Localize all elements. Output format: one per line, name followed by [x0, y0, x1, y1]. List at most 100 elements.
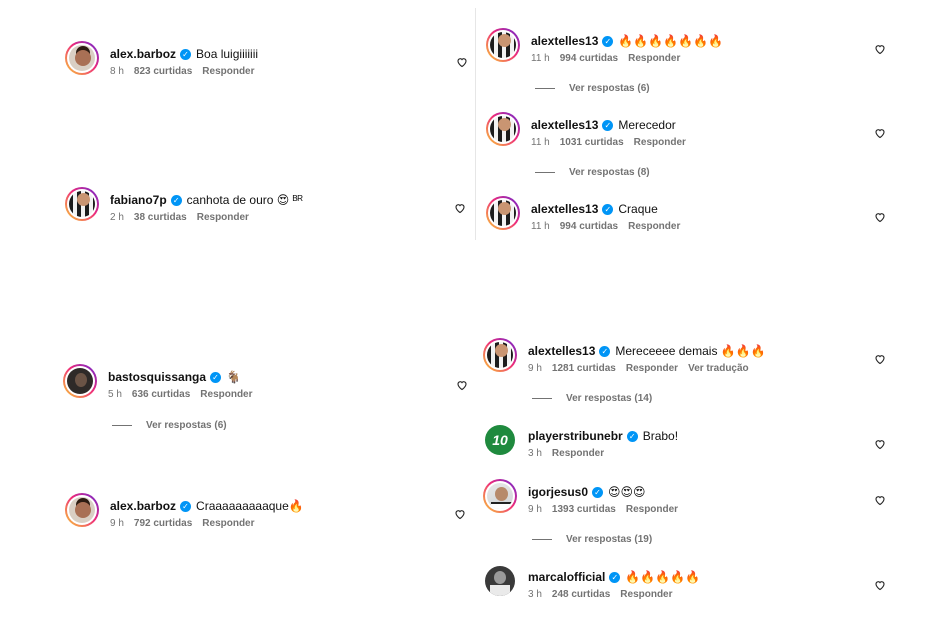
comment-time: 9 h	[528, 504, 542, 515]
verified-badge-icon: ✓	[170, 194, 182, 206]
avatar[interactable]: 10	[483, 423, 517, 457]
comment-username[interactable]: alextelles13	[531, 201, 598, 217]
comment-username[interactable]: alextelles13	[528, 343, 595, 359]
comment-time: 5 h	[108, 389, 122, 400]
view-replies-button[interactable]: Ver respostas (19)	[532, 534, 652, 545]
view-replies-label: Ver respostas (14)	[566, 393, 653, 404]
verified-badge-icon: ✓	[599, 345, 611, 357]
verified-badge-icon: ✓	[180, 500, 192, 512]
comment-text: 🔥🔥🔥🔥🔥	[625, 570, 701, 584]
heart-outline-icon[interactable]	[874, 438, 886, 450]
comment-text: Brabo!	[642, 429, 679, 443]
like-count[interactable]: 1031 curtidas	[560, 137, 624, 148]
heart-outline-icon[interactable]	[456, 56, 468, 68]
translate-button[interactable]: Ver tradução	[688, 363, 749, 374]
comment: alex.barboz ✓ Craaaaaaaaaque🔥 9 h 792 cu…	[65, 493, 470, 545]
avatar[interactable]	[63, 364, 97, 398]
comment-username[interactable]: marcalofficial	[528, 569, 605, 585]
like-count[interactable]: 792 curtidas	[134, 518, 192, 529]
comment: alextelles13 ✓ Mereceeee demais 🔥🔥🔥 9 h …	[483, 338, 886, 390]
heart-outline-icon[interactable]	[874, 43, 886, 55]
heart-outline-icon[interactable]	[454, 508, 466, 520]
view-replies-label: Ver respostas (8)	[569, 167, 650, 178]
view-replies-button[interactable]: Ver respostas (6)	[112, 420, 227, 431]
heart-outline-icon[interactable]	[456, 379, 468, 391]
reply-button[interactable]: Responder	[628, 53, 680, 64]
view-replies-button[interactable]: Ver respostas (14)	[532, 393, 652, 404]
comment-text: 🔥🔥🔥🔥🔥🔥🔥	[618, 34, 723, 48]
reply-line	[532, 539, 552, 540]
comment-time: 11 h	[531, 53, 550, 64]
like-count[interactable]: 823 curtidas	[134, 66, 192, 77]
comment-username[interactable]: igorjesus0	[528, 484, 588, 500]
column-divider	[475, 8, 476, 240]
reply-button[interactable]: Responder	[620, 589, 672, 600]
comment-text: Merecedor	[618, 118, 676, 132]
reply-line	[112, 425, 132, 426]
like-count[interactable]: 994 curtidas	[560, 221, 618, 232]
reply-button[interactable]: Responder	[197, 212, 249, 223]
heart-outline-icon[interactable]	[874, 579, 886, 591]
comment-username[interactable]: alextelles13	[531, 33, 598, 49]
reply-line	[535, 172, 555, 173]
comment-username[interactable]: bastosquissanga	[108, 369, 206, 385]
verified-badge-icon: ✓	[602, 203, 614, 215]
avatar[interactable]	[483, 338, 517, 372]
verified-badge-icon: ✓	[592, 486, 604, 498]
comment: fabiano7p ✓ canhota de ouro 😍 ᴮᴿ 2 h 38 …	[65, 187, 470, 239]
comment-time: 9 h	[110, 518, 124, 529]
reply-button[interactable]: Responder	[202, 66, 254, 77]
heart-outline-icon[interactable]	[874, 127, 886, 139]
verified-badge-icon: ✓	[210, 371, 222, 383]
reply-button[interactable]: Responder	[634, 137, 686, 148]
comment-username[interactable]: alex.barboz	[110, 46, 176, 62]
view-replies-button[interactable]: Ver respostas (6)	[535, 83, 650, 94]
avatar[interactable]	[486, 28, 520, 62]
avatar[interactable]	[65, 493, 99, 527]
like-count[interactable]: 994 curtidas	[560, 53, 618, 64]
heart-outline-icon[interactable]	[454, 202, 466, 214]
like-count[interactable]: 636 curtidas	[132, 389, 190, 400]
reply-button[interactable]: Responder	[626, 363, 678, 374]
like-count[interactable]: 1281 curtidas	[552, 363, 616, 374]
verified-badge-icon: ✓	[602, 35, 614, 47]
comment-text: canhota de ouro 😍 ᴮᴿ	[186, 193, 303, 207]
comment-text: Craaaaaaaaaque🔥	[196, 499, 304, 513]
like-count[interactable]: 1393 curtidas	[552, 504, 616, 515]
comment-text: Boa luigiiiiiii	[196, 47, 259, 61]
heart-outline-icon[interactable]	[874, 353, 886, 365]
comment-text: Craque	[618, 202, 658, 216]
reply-button[interactable]: Responder	[626, 504, 678, 515]
avatar[interactable]	[65, 41, 99, 75]
comment-time: 11 h	[531, 137, 550, 148]
reply-button[interactable]: Responder	[628, 221, 680, 232]
verified-badge-icon: ✓	[609, 571, 621, 583]
reply-button[interactable]: Responder	[200, 389, 252, 400]
like-count[interactable]: 38 curtidas	[134, 212, 187, 223]
reply-line	[535, 88, 555, 89]
comment-text: Mereceeee demais 🔥🔥🔥	[615, 344, 766, 358]
comment-username[interactable]: playerstribunebr	[528, 428, 623, 444]
verified-badge-icon: ✓	[602, 119, 614, 131]
avatar[interactable]	[486, 112, 520, 146]
comment-username[interactable]: fabiano7p	[110, 192, 167, 208]
comment-username[interactable]: alex.barboz	[110, 498, 176, 514]
reply-button[interactable]: Responder	[552, 448, 604, 459]
comment-time: 3 h	[528, 589, 542, 600]
avatar[interactable]	[483, 564, 517, 598]
comment-username[interactable]: alextelles13	[531, 117, 598, 133]
heart-outline-icon[interactable]	[874, 211, 886, 223]
reply-button[interactable]: Responder	[202, 518, 254, 529]
comment-time: 2 h	[110, 212, 124, 223]
view-replies-label: Ver respostas (6)	[569, 83, 650, 94]
view-replies-button[interactable]: Ver respostas (8)	[535, 167, 650, 178]
comment: igorjesus0 ✓ 😍😍😍 9 h 1393 curtidas Respo…	[483, 479, 886, 531]
avatar[interactable]	[65, 187, 99, 221]
comment: alextelles13 ✓ Merecedor 11 h 1031 curti…	[486, 112, 886, 164]
verified-badge-icon: ✓	[180, 48, 192, 60]
avatar[interactable]	[486, 196, 520, 230]
avatar[interactable]	[483, 479, 517, 513]
comment: marcalofficial ✓ 🔥🔥🔥🔥🔥 3 h 248 curtidas …	[483, 564, 886, 616]
heart-outline-icon[interactable]	[874, 494, 886, 506]
like-count[interactable]: 248 curtidas	[552, 589, 610, 600]
